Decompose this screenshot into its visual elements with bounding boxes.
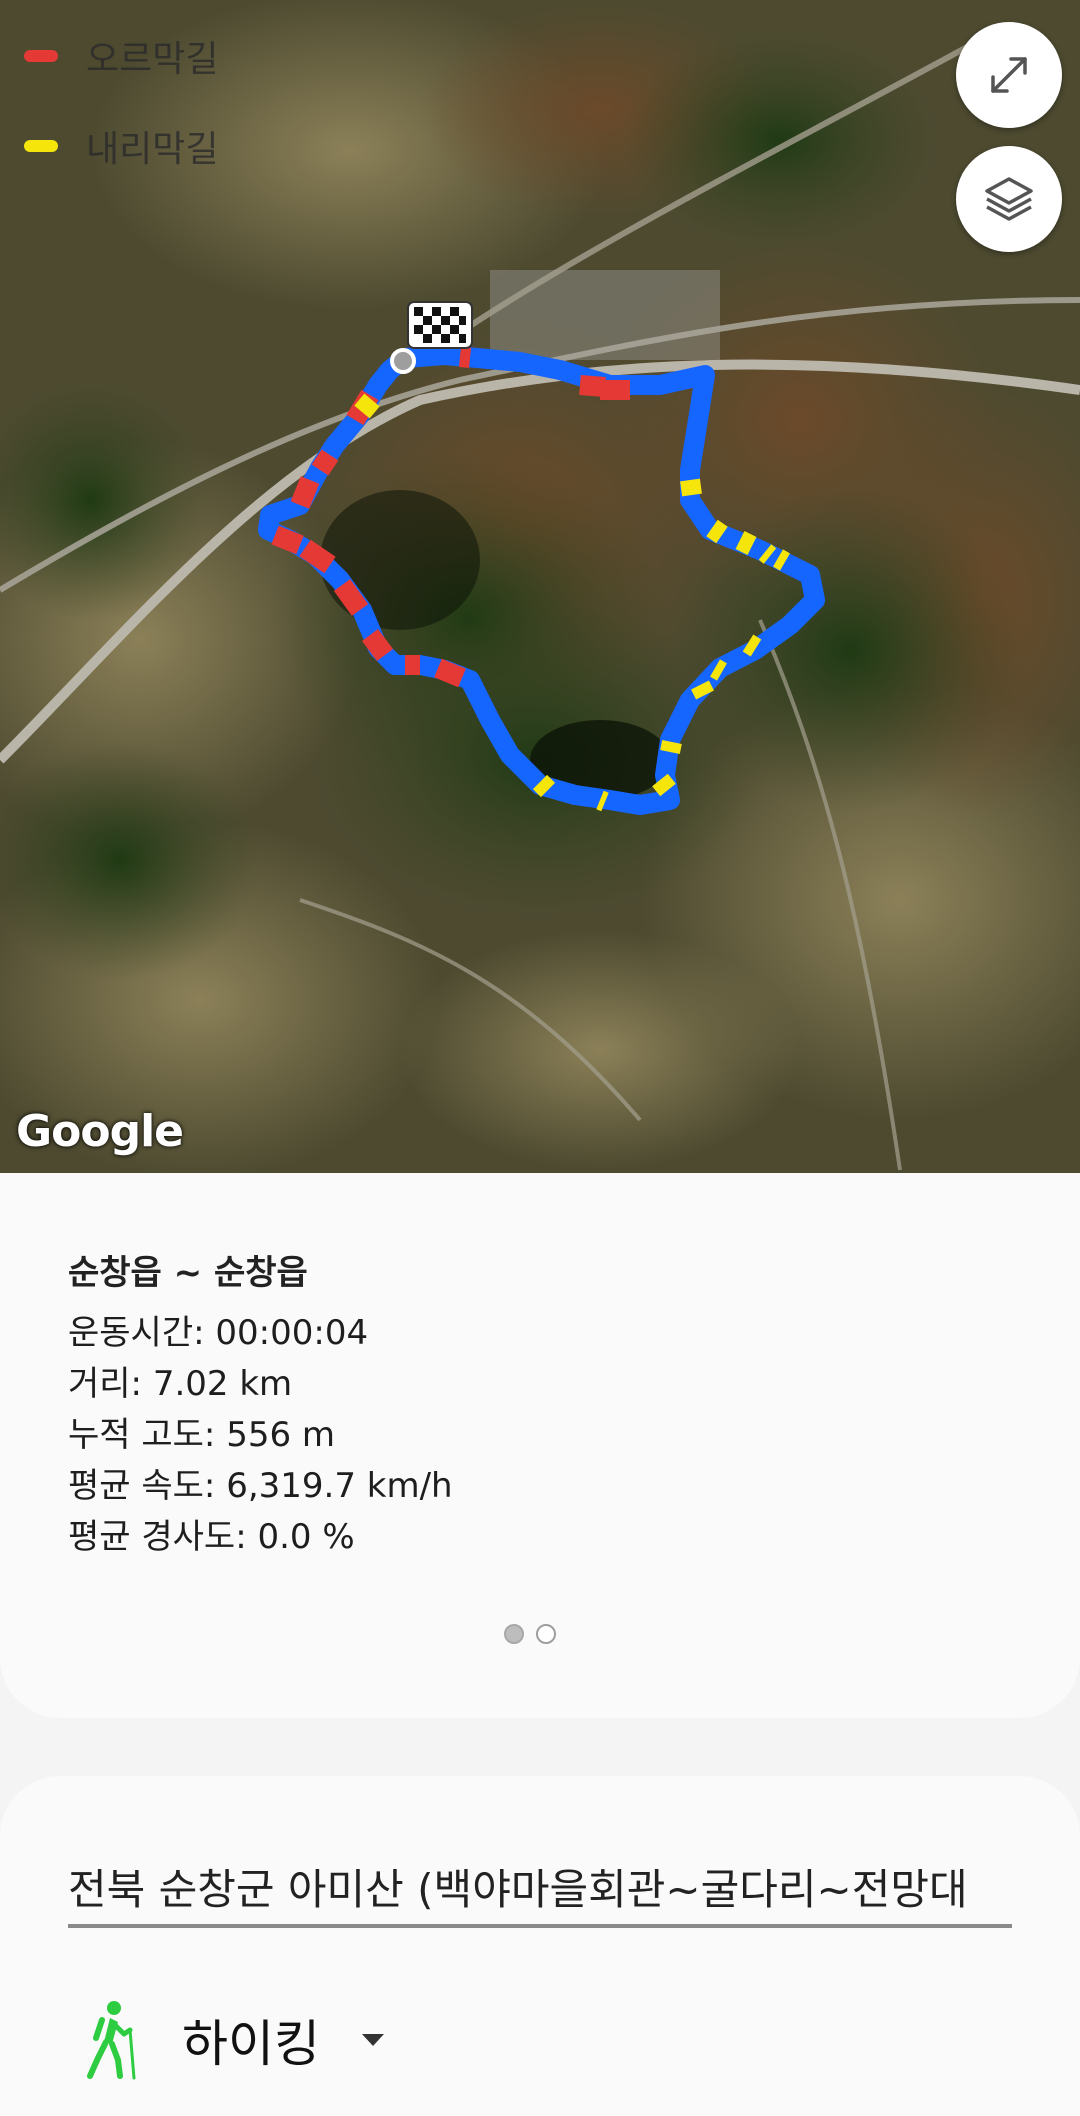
activity-type-label: 하이킹 — [182, 2015, 320, 2073]
stats-list: 운동시간: 00:00:04 거리: 7.02 km 누적 고도: 556 m … — [68, 1308, 453, 1563]
stat-distance: 거리: 7.02 km — [68, 1364, 293, 1404]
layers-icon — [985, 177, 1033, 221]
activity-type-selector[interactable]: 하이킹 — [82, 2000, 386, 2080]
legend-swatch — [24, 50, 58, 62]
page-dot[interactable] — [536, 1624, 556, 1644]
caret-down-icon — [362, 2034, 384, 2046]
route-map[interactable]: 오르막길 내리막길 Google — [0, 0, 1080, 1173]
legend-item-downhill: 내리막길 — [24, 116, 218, 176]
stat-elevation-gain: 누적 고도: 556 m — [68, 1415, 336, 1455]
page-indicator[interactable] — [504, 1624, 556, 1644]
workout-title-field[interactable] — [68, 1848, 1012, 1928]
legend-label: 내리막길 — [86, 129, 219, 170]
legend-label: 오르막길 — [86, 39, 219, 80]
fullscreen-button[interactable] — [956, 22, 1062, 128]
route-name: 순창읍 ~ 순창읍 — [68, 1253, 308, 1293]
stat-duration: 운동시간: 00:00:04 — [68, 1313, 369, 1353]
legend-swatch — [24, 140, 58, 152]
map-legend: 오르막길 내리막길 — [24, 26, 218, 206]
stat-average-speed: 평균 속도: 6,319.7 km/h — [68, 1466, 453, 1506]
hiking-icon — [87, 2001, 136, 2080]
expand-icon — [991, 57, 1027, 93]
legend-item-uphill: 오르막길 — [24, 26, 218, 86]
map-layers-button[interactable] — [956, 146, 1062, 252]
google-attribution: Google — [16, 1106, 184, 1157]
stat-average-grade: 평균 경사도: 0.0 % — [68, 1517, 355, 1557]
page-dot-active[interactable] — [504, 1624, 524, 1644]
